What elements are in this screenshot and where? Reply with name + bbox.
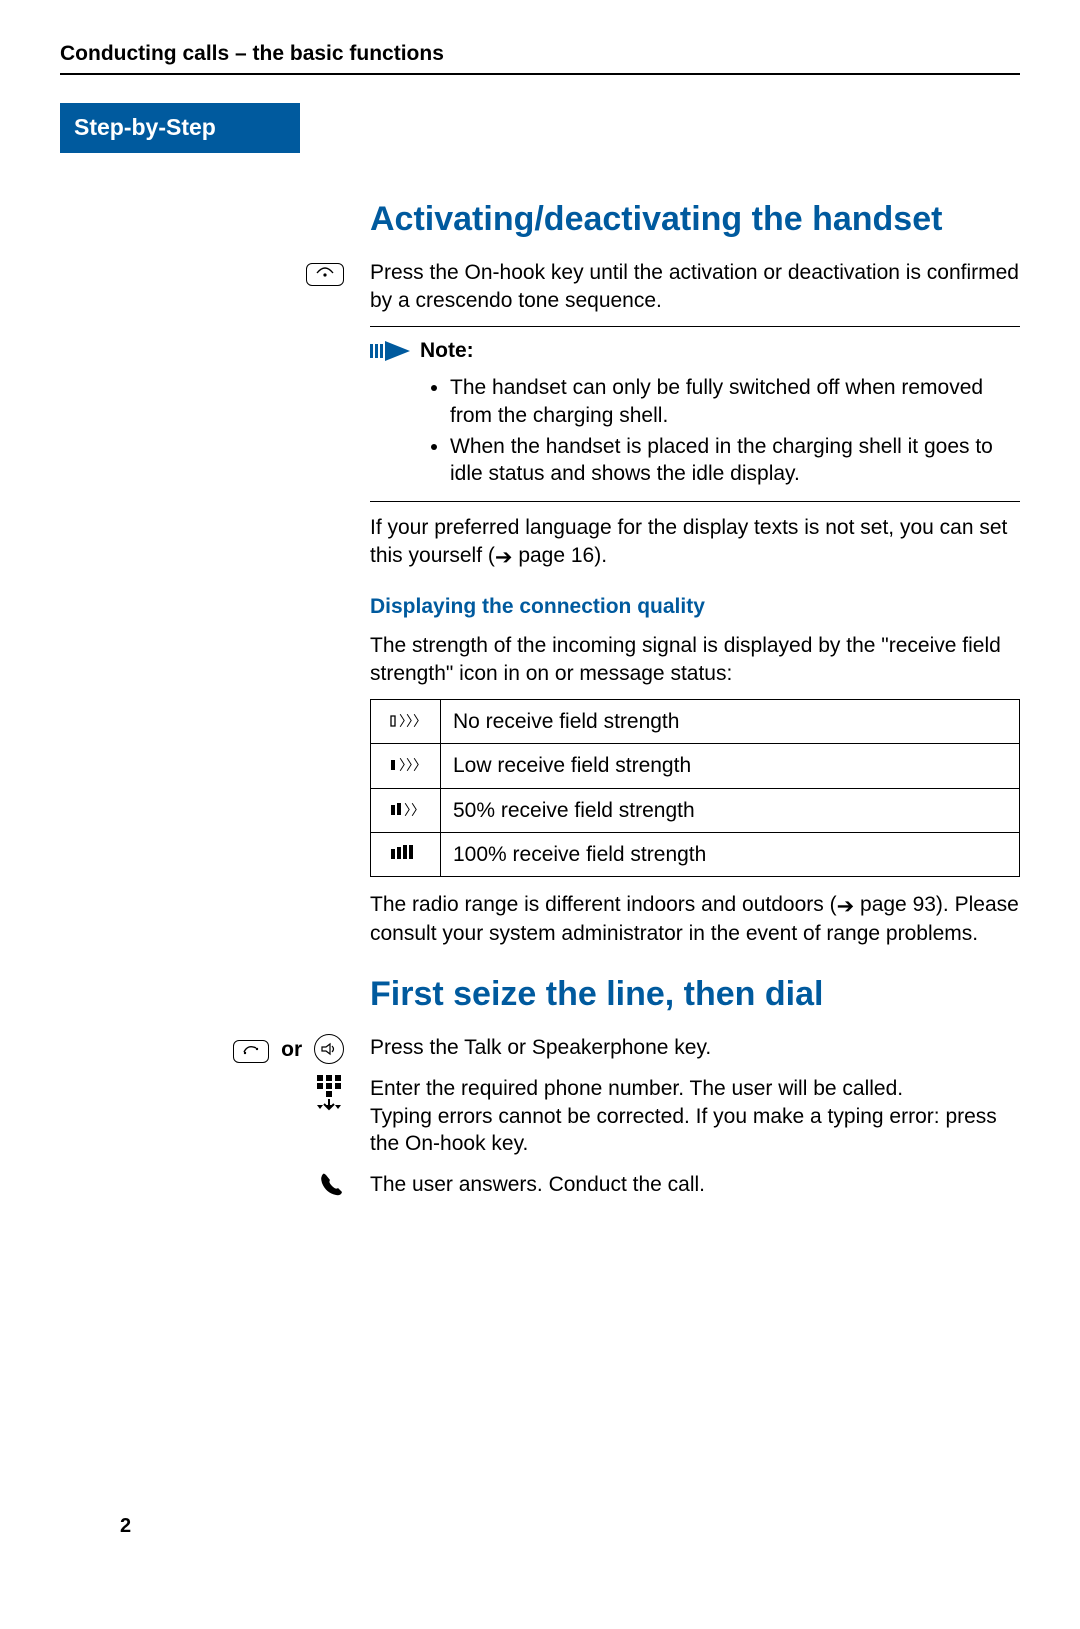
user-answers-instruction: The user answers. Conduct the call. (370, 1171, 1020, 1198)
page-number: 2 (120, 1513, 131, 1539)
step-by-step-box: Step-by-Step (60, 103, 300, 153)
signal-strength-2-desc: 50% receive field strength (441, 788, 1020, 832)
speakerphone-key-icon (314, 1034, 344, 1064)
enter-number-instruction: Enter the required phone number. The use… (370, 1075, 1020, 1102)
signal-strength-table: 〉〉〉 No receive field strength 〉〉〉 Low re… (370, 699, 1020, 877)
signal-intro: The strength of the incoming signal is d… (370, 632, 1020, 687)
section-heading-seize-line: First seize the line, then dial (370, 972, 1020, 1016)
signal-strength-1-desc: Low receive field strength (441, 744, 1020, 788)
press-talk-instruction: Press the Talk or Speakerphone key. (370, 1034, 1020, 1061)
signal-strength-1-icon: 〉〉〉 (371, 744, 441, 788)
page-ref-arrow-icon: ➔ (837, 893, 855, 920)
radio-range-note: The radio range is different indoors and… (370, 891, 1020, 948)
note-item: When the handset is placed in the chargi… (450, 433, 1010, 488)
note-item: The handset can only be fully switched o… (450, 374, 1010, 429)
signal-strength-0-icon: 〉〉〉 (371, 699, 441, 743)
signal-strength-0-desc: No receive field strength (441, 699, 1020, 743)
svg-text:〉〉〉: 〉〉〉 (399, 757, 423, 772)
note-arrow-icon (370, 341, 410, 361)
note-block: Note: The handset can only be fully swit… (370, 326, 1020, 502)
svg-text:〉〉: 〉〉 (404, 802, 423, 817)
note-label: Note: (420, 337, 474, 364)
or-label: or (281, 1038, 302, 1061)
handset-icon (318, 1173, 344, 1203)
onhook-key-icon (306, 263, 344, 286)
running-header: Conducting calls – the basic functions (60, 40, 1020, 75)
keypad-icon (314, 1075, 344, 1111)
talk-key-icon (233, 1040, 269, 1063)
signal-strength-3-icon (371, 832, 441, 876)
signal-strength-3-desc: 100% receive field strength (441, 832, 1020, 876)
signal-strength-2-icon: 〉〉 (371, 788, 441, 832)
svg-text:〉〉〉: 〉〉〉 (399, 713, 423, 728)
page-ref-arrow-icon: ➔ (495, 544, 513, 571)
typing-errors-note: Typing errors cannot be corrected. If yo… (370, 1103, 1020, 1158)
section-heading-activating: Activating/deactivating the handset (370, 197, 1020, 241)
language-note: If your preferred language for the displ… (370, 514, 1020, 571)
onhook-instruction: Press the On-hook key until the activati… (370, 259, 1020, 314)
subsection-connection-quality: Displaying the connection quality (370, 593, 1020, 620)
